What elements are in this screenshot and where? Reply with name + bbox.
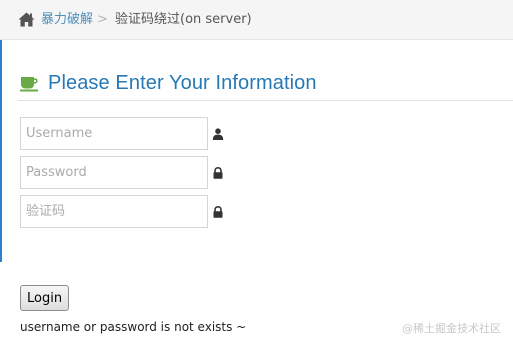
login-button[interactable]: Login — [20, 285, 70, 311]
page-title: Please Enter Your Information — [48, 71, 317, 94]
breadcrumb-separator: > — [97, 12, 108, 27]
form-header: Please Enter Your Information — [20, 68, 317, 98]
username-row — [20, 117, 224, 150]
watermark: @稀土掘金技术社区 — [402, 322, 501, 335]
left-accent-bar — [0, 40, 2, 262]
breadcrumb: 暴力破解 > 验证码绕过(on server) — [0, 0, 513, 40]
lock-icon — [213, 205, 223, 218]
coffee-icon — [20, 77, 38, 92]
page: 暴力破解 > 验证码绕过(on server) Please Enter You… — [0, 0, 513, 343]
status-message: username or password is not exists ~ — [20, 320, 247, 334]
user-icon — [212, 127, 224, 140]
breadcrumb-link-brute-force[interactable]: 暴力破解 — [41, 11, 93, 29]
lock-icon — [213, 166, 223, 179]
password-input[interactable] — [20, 156, 208, 189]
captcha-row — [20, 195, 224, 228]
captcha-input[interactable] — [20, 195, 208, 228]
breadcrumb-current: 验证码绕过(on server) — [115, 12, 252, 27]
username-input[interactable] — [20, 117, 208, 150]
title-divider — [18, 100, 513, 101]
home-icon[interactable] — [18, 12, 35, 27]
password-row — [20, 156, 224, 189]
